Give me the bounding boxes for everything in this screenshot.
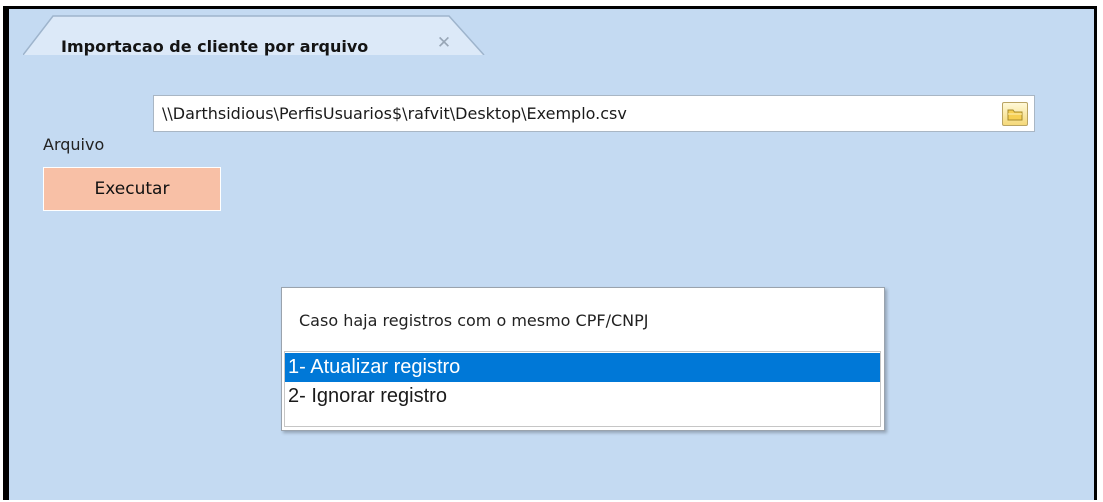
execute-button[interactable]: Executar — [43, 167, 221, 211]
option-ignore-record[interactable]: 2- Ignorar registro — [285, 382, 880, 411]
close-icon[interactable]: ✕ — [435, 34, 453, 52]
options-list[interactable]: 1- Atualizar registro 2- Ignorar registr… — [284, 351, 881, 427]
folder-icon — [1007, 109, 1023, 121]
dialog-prompt: Caso haja registros com o mesmo CPF/CNPJ — [299, 311, 649, 330]
duplicate-options-dialog: Caso haja registros com o mesmo CPF/CNPJ… — [281, 287, 885, 431]
tab-title: Importacao de cliente por arquivo — [61, 37, 369, 56]
file-path-input[interactable] — [153, 95, 1035, 132]
browse-file-button[interactable] — [1002, 102, 1028, 126]
tab-import-cliente[interactable]: Importacao de cliente por arquivo ✕ — [23, 11, 487, 56]
option-update-record[interactable]: 1- Atualizar registro — [285, 353, 880, 382]
import-window: Importacao de cliente por arquivo ✕ Arqu… — [3, 6, 1097, 500]
file-label: Arquivo — [43, 135, 105, 154]
